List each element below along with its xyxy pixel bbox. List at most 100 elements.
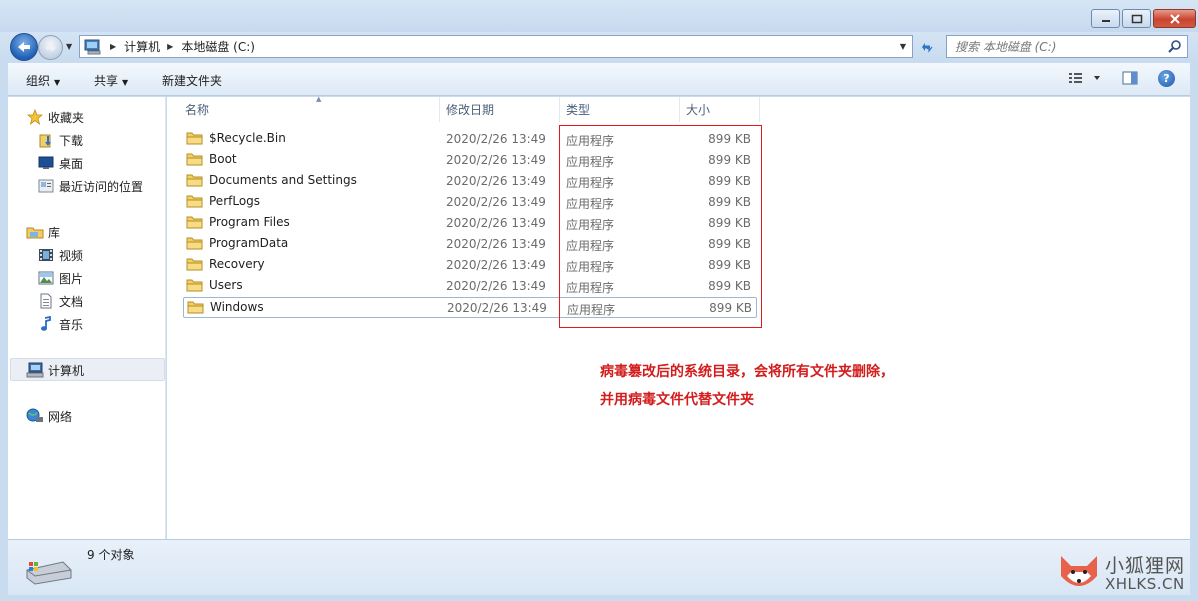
help-icon[interactable]: ? <box>1158 70 1175 87</box>
breadcrumb-computer[interactable]: 计算机 <box>124 38 160 55</box>
file-name: ProgramData <box>209 236 289 250</box>
search-input[interactable] <box>955 39 1165 54</box>
preview-pane-button[interactable] <box>1122 71 1138 88</box>
folder-icon <box>186 152 203 166</box>
computer-icon <box>26 362 44 378</box>
file-name-cell: Recovery <box>186 257 265 271</box>
command-bar: 组织 ▼ 共享 ▼ 新建文件夹 ? <box>8 63 1190 96</box>
file-date: 2020/2/26 13:49 <box>447 301 547 315</box>
search-box[interactable] <box>946 35 1188 58</box>
organize-label: 组织 <box>26 74 51 88</box>
file-name: Program Files <box>209 215 290 229</box>
computer-icon <box>84 39 101 54</box>
desktop-icon <box>37 155 55 171</box>
sidebar-item-music[interactable]: 音乐 <box>37 314 83 334</box>
back-button[interactable] <box>10 33 38 61</box>
folder-icon <box>186 194 203 208</box>
sidebar-item-recent-places[interactable]: 最近访问的位置 <box>37 176 143 196</box>
sidebar-item-computer[interactable]: 计算机 <box>26 360 84 380</box>
sidebar-item-label: 视频 <box>59 248 84 263</box>
file-name: PerfLogs <box>209 194 261 208</box>
recent-places-icon <box>37 178 55 194</box>
folder-icon <box>186 257 203 271</box>
share-menu[interactable]: 共享 ▼ <box>94 72 128 89</box>
column-header-size[interactable]: 大小 <box>680 97 760 122</box>
file-name: Documents and Settings <box>209 173 357 187</box>
address-row: ▼ ▶ 计算机 ▶ 本地磁盘 (C:) ▼ <box>0 32 1198 62</box>
minimize-button[interactable] <box>1091 9 1120 28</box>
new-folder-button[interactable]: 新建文件夹 <box>162 72 222 89</box>
folder-icon <box>186 278 203 292</box>
maximize-button[interactable] <box>1122 9 1151 28</box>
sidebar-item-videos[interactable]: 视频 <box>37 245 83 265</box>
sort-ascending-icon: ▲ <box>316 95 322 103</box>
minimize-icon <box>1101 19 1110 22</box>
refresh-button[interactable] <box>915 35 939 58</box>
column-header-name[interactable]: 名称 ▲ <box>179 95 440 122</box>
folder-icon <box>186 236 203 250</box>
sidebar-item-documents[interactable]: 文档 <box>37 291 83 311</box>
address-dropdown-icon[interactable]: ▼ <box>900 42 906 51</box>
file-date: 2020/2/26 13:49 <box>446 195 546 209</box>
address-bar[interactable]: ▶ 计算机 ▶ 本地磁盘 (C:) ▼ <box>79 35 913 58</box>
library-icon <box>26 224 44 240</box>
sidebar-item-label: 库 <box>48 225 61 240</box>
maximize-icon <box>1131 14 1142 23</box>
sidebar-item-pictures[interactable]: 图片 <box>37 268 83 288</box>
sidebar-item-libraries[interactable]: 库 <box>26 222 60 242</box>
file-name-cell: $Recycle.Bin <box>186 131 286 145</box>
sidebar-item-label: 收藏夹 <box>48 110 85 125</box>
music-note-icon <box>37 316 55 332</box>
chevron-down-icon: ▼ <box>122 78 129 87</box>
sidebar-item-label: 下载 <box>59 133 84 148</box>
file-date: 2020/2/26 13:49 <box>446 216 546 230</box>
file-date: 2020/2/26 13:49 <box>446 237 546 251</box>
forward-button[interactable] <box>38 35 63 60</box>
sidebar-item-network[interactable]: 网络 <box>26 406 72 426</box>
file-date: 2020/2/26 13:49 <box>446 279 546 293</box>
column-name-label: 名称 <box>185 103 210 117</box>
breadcrumb-arrow-icon[interactable]: ▶ <box>110 42 116 51</box>
status-bar: 9 个对象 <box>8 539 1190 595</box>
watermark-text-en: XHLKS.CN <box>1105 575 1185 593</box>
file-name: Users <box>209 278 243 292</box>
recent-pages-dropdown[interactable]: ▼ <box>66 42 72 51</box>
annotation-line-1: 病毒篡改后的系统目录，会将所有文件夹删除， <box>600 364 894 380</box>
file-name: $Recycle.Bin <box>209 131 286 145</box>
annotation-line-2: 并用病毒文件代替文件夹 <box>600 392 754 408</box>
watermark-logo: 小狐狸网 XHLKS.CN <box>1055 548 1195 598</box>
breadcrumb-local-disk[interactable]: 本地磁盘 (C:) <box>181 38 255 55</box>
highlight-box <box>559 125 762 328</box>
file-name-cell: Boot <box>186 152 237 166</box>
hard-drive-icon <box>26 561 72 585</box>
sidebar-item-desktop[interactable]: 桌面 <box>37 153 83 173</box>
sidebar-item-label: 计算机 <box>48 363 85 378</box>
column-header-date[interactable]: 修改日期 <box>440 97 560 122</box>
breadcrumb-arrow-icon[interactable]: ▶ <box>167 42 173 51</box>
forward-arrow-icon <box>45 43 56 52</box>
folder-icon <box>186 215 203 229</box>
refresh-icon <box>922 42 933 53</box>
sidebar-item-label: 最近访问的位置 <box>59 179 144 194</box>
close-icon <box>1169 13 1180 24</box>
change-view-button[interactable] <box>1068 71 1104 88</box>
organize-menu[interactable]: 组织 ▼ <box>26 72 60 89</box>
file-list-pane: 名称 ▲ 修改日期 类型 大小 $Recycle.Bin 2020/2/26 13… <box>167 95 1190 539</box>
sidebar-item-downloads[interactable]: 下载 <box>37 130 83 150</box>
sidebar-item-label: 音乐 <box>59 317 84 332</box>
navigation-pane: 收藏夹 下载 桌面 最近访问的位置 库 视频 图片 文档 音乐 计算机 网络 <box>8 97 166 539</box>
picture-icon <box>37 270 55 286</box>
file-name-cell: Documents and Settings <box>186 173 357 187</box>
file-name-cell: Users <box>186 278 243 292</box>
file-name-cell: ProgramData <box>186 236 288 250</box>
search-icon[interactable] <box>1168 39 1182 54</box>
file-name-cell: PerfLogs <box>186 194 260 208</box>
file-name: Boot <box>209 152 237 166</box>
close-button[interactable] <box>1153 9 1196 28</box>
column-header-type[interactable]: 类型 <box>560 97 680 122</box>
watermark-text-cn: 小狐狸网 <box>1105 555 1186 577</box>
sidebar-item-favorites[interactable]: 收藏夹 <box>26 107 84 127</box>
back-arrow-icon <box>18 42 30 52</box>
sidebar-item-label: 文档 <box>59 294 84 309</box>
star-icon <box>26 109 44 125</box>
